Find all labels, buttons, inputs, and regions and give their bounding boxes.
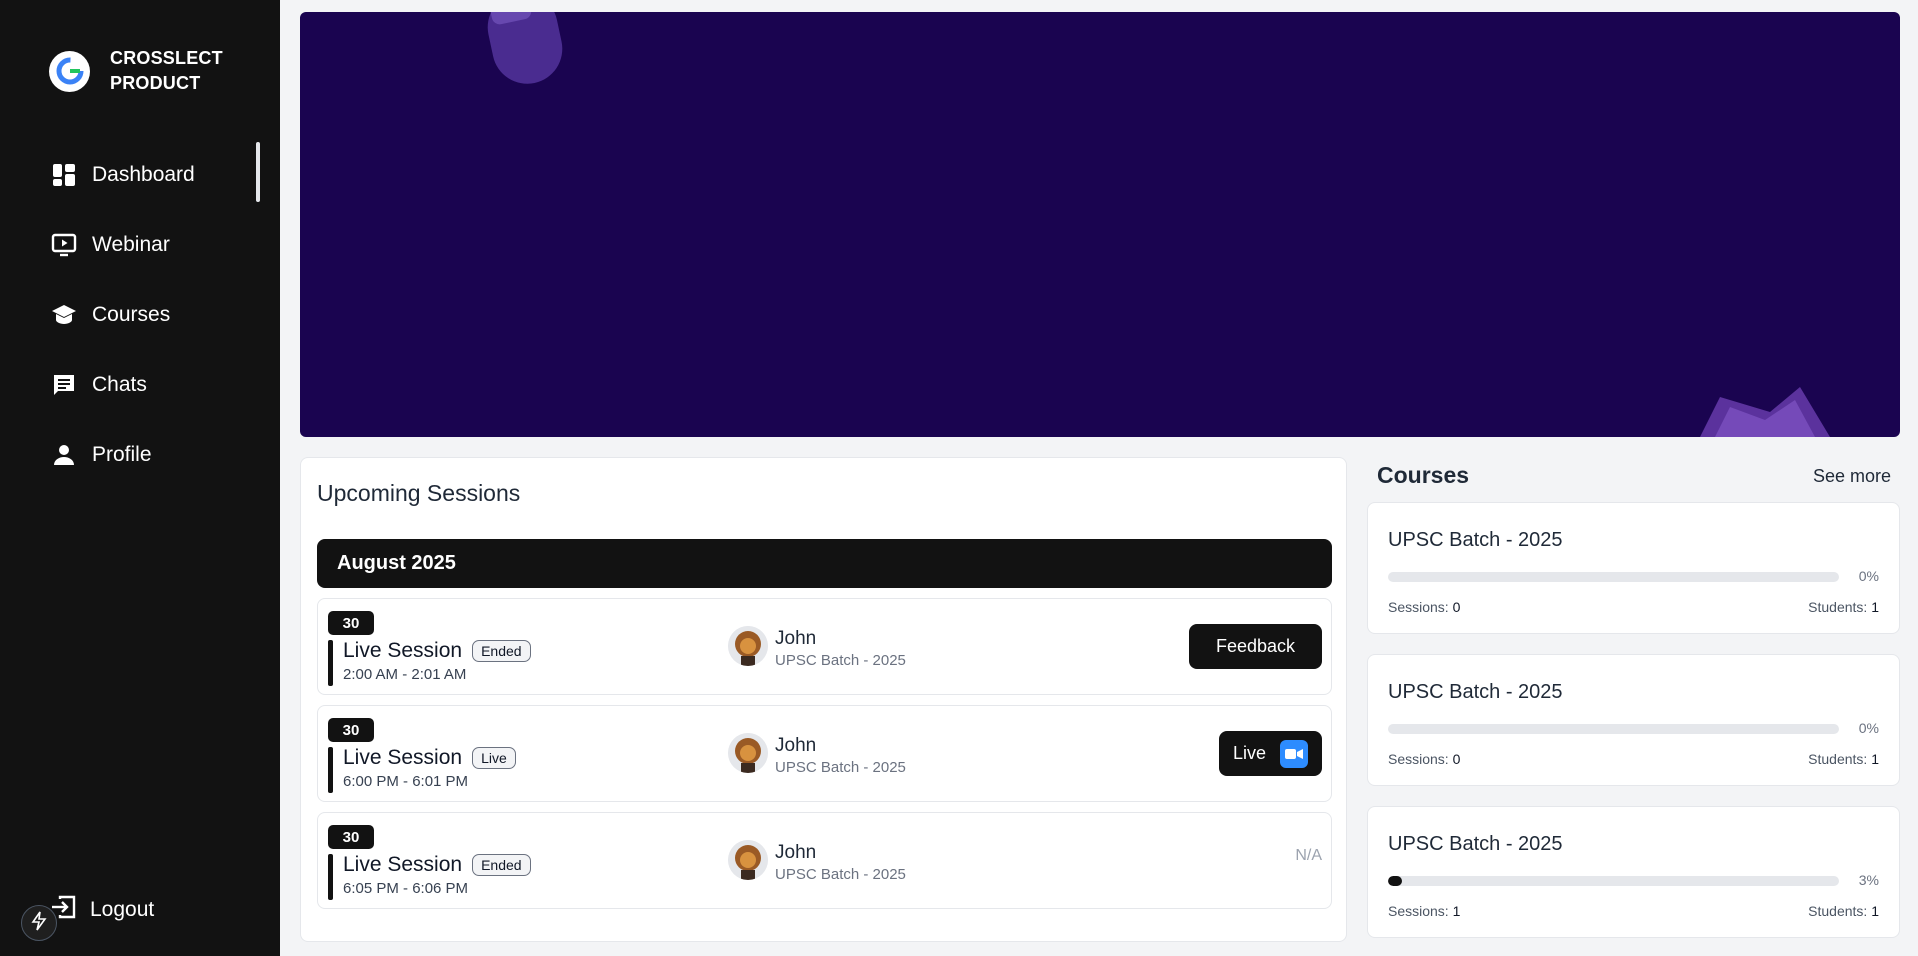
- session-time: 6:05 PM - 6:06 PM: [343, 880, 469, 897]
- course-progress-label: 0%: [1858, 720, 1879, 736]
- sidebar-item-label: Profile: [92, 443, 152, 466]
- courses-icon: [50, 301, 78, 329]
- session-time: 2:00 AM - 2:01 AM: [343, 666, 467, 683]
- session-row[interactable]: 30 Live Session Ended 2:00 AM - 2:01 AM …: [317, 598, 1332, 695]
- sidebar-item-label: Dashboard: [92, 163, 195, 186]
- courses-title: Courses: [1377, 462, 1470, 488]
- session-row[interactable]: 30 Live Session Ended 6:05 PM - 6:06 PM …: [317, 812, 1332, 909]
- zoom-camera-icon: [1280, 739, 1309, 768]
- webinar-icon: [50, 231, 78, 259]
- host-name: John: [775, 842, 817, 863]
- sessions-label: Sessions:: [1388, 751, 1449, 767]
- course-students-stat: Students: 1: [1808, 903, 1879, 919]
- sidebar: CROSSLECT PRODUCT Dashboard Webinar Cour…: [0, 0, 280, 956]
- banner-decoration: [487, 12, 1830, 437]
- brand-logo-icon: [49, 50, 90, 92]
- course-sessions-stat: Sessions: 1: [1388, 903, 1460, 919]
- host-avatar: [728, 626, 768, 666]
- course-name: UPSC Batch - 2025: [1388, 833, 1563, 855]
- course-name: UPSC Batch - 2025: [1388, 529, 1563, 551]
- feedback-button[interactable]: Feedback: [1189, 624, 1322, 669]
- session-date-badge: 30: [328, 611, 374, 635]
- course-progress-bar: [1388, 876, 1839, 886]
- host-course: UPSC Batch - 2025: [775, 866, 906, 883]
- brand[interactable]: CROSSLECT PRODUCT: [49, 46, 230, 96]
- session-accent: [328, 747, 333, 793]
- session-name: Live Session Ended: [343, 639, 531, 663]
- session-time: 6:00 PM - 6:01 PM: [343, 773, 469, 790]
- live-button-label: Live: [1232, 743, 1267, 763]
- course-progress-bar: [1388, 724, 1839, 734]
- see-more-link[interactable]: See more: [1813, 466, 1891, 487]
- course-card[interactable]: UPSC Batch - 2025 0% Sessions: 0 Student…: [1367, 502, 1900, 634]
- host-name: John: [775, 735, 817, 756]
- quick-action-button[interactable]: [21, 905, 57, 941]
- session-row[interactable]: 30 Live Session Live 6:00 PM - 6:01 PM J…: [317, 705, 1332, 802]
- host-avatar: [728, 840, 768, 880]
- sidebar-item-courses[interactable]: Courses: [0, 280, 280, 350]
- course-students-stat: Students: 1: [1808, 599, 1879, 615]
- students-count: 1: [1871, 751, 1879, 767]
- sessions-title: Upcoming Sessions: [317, 480, 521, 506]
- course-card[interactable]: UPSC Batch - 2025 0% Sessions: 0 Student…: [1367, 654, 1900, 786]
- action-unavailable: N/A: [1295, 847, 1322, 864]
- sidebar-item-label: Chats: [92, 373, 147, 396]
- session-accent: [328, 854, 333, 900]
- sidebar-item-label: Courses: [92, 303, 171, 326]
- upcoming-sessions-panel: Upcoming Sessions August 2025 30 Live Se…: [300, 457, 1347, 942]
- sidebar-item-label: Webinar: [92, 233, 170, 256]
- sessions-label: Sessions:: [1388, 903, 1449, 919]
- chat-icon: [50, 371, 78, 399]
- course-progress-bar: [1388, 572, 1839, 582]
- month-header: August 2025: [317, 539, 1332, 588]
- course-sessions-stat: Sessions: 0: [1388, 751, 1460, 767]
- profile-icon: [50, 441, 78, 469]
- course-progress-label: 3%: [1858, 872, 1879, 888]
- hero-banner: [300, 12, 1900, 437]
- logout-button[interactable]: Logout: [50, 895, 154, 925]
- students-count: 1: [1871, 903, 1879, 919]
- dashboard-icon: [50, 161, 78, 189]
- sessions-count: 0: [1452, 599, 1461, 615]
- logout-label: Logout: [90, 898, 155, 921]
- host-course: UPSC Batch - 2025: [775, 652, 906, 669]
- session-date-badge: 30: [328, 825, 374, 849]
- session-title: Live Session: [343, 746, 463, 769]
- status-badge: Ended: [472, 640, 531, 662]
- host-name: John: [775, 628, 817, 649]
- sidebar-item-chats[interactable]: Chats: [0, 350, 280, 420]
- sidebar-item-profile[interactable]: Profile: [0, 420, 280, 490]
- course-name: UPSC Batch - 2025: [1388, 681, 1563, 703]
- host-course: UPSC Batch - 2025: [775, 759, 906, 776]
- course-sessions-stat: Sessions: 0: [1388, 599, 1460, 615]
- session-name: Live Session Ended: [343, 853, 531, 877]
- sessions-count: 0: [1452, 751, 1461, 767]
- course-progress-label: 0%: [1858, 568, 1879, 584]
- join-live-button[interactable]: Live: [1219, 731, 1322, 776]
- host-avatar: [728, 733, 768, 773]
- status-badge: Live: [472, 747, 516, 769]
- sidebar-item-dashboard[interactable]: Dashboard: [0, 140, 280, 210]
- students-label: Students:: [1808, 751, 1868, 767]
- session-title: Live Session: [343, 639, 463, 662]
- course-card[interactable]: UPSC Batch - 2025 3% Sessions: 1 Student…: [1367, 806, 1900, 938]
- students-count: 1: [1871, 599, 1879, 615]
- session-name: Live Session Live: [343, 746, 516, 770]
- session-accent: [328, 640, 333, 686]
- brand-name: CROSSLECT PRODUCT: [110, 48, 223, 93]
- status-badge: Ended: [472, 854, 531, 876]
- course-progress-fill: [1388, 876, 1402, 886]
- session-title: Live Session: [343, 853, 463, 876]
- session-date-badge: 30: [328, 718, 374, 742]
- sidebar-item-webinar[interactable]: Webinar: [0, 210, 280, 280]
- sidebar-nav: Dashboard Webinar Courses Chats Profile: [0, 140, 280, 490]
- students-label: Students:: [1808, 903, 1868, 919]
- course-students-stat: Students: 1: [1808, 751, 1879, 767]
- sessions-label: Sessions:: [1388, 599, 1449, 615]
- sessions-count: 1: [1452, 903, 1461, 919]
- students-label: Students:: [1808, 599, 1868, 615]
- lightning-icon: [31, 911, 47, 936]
